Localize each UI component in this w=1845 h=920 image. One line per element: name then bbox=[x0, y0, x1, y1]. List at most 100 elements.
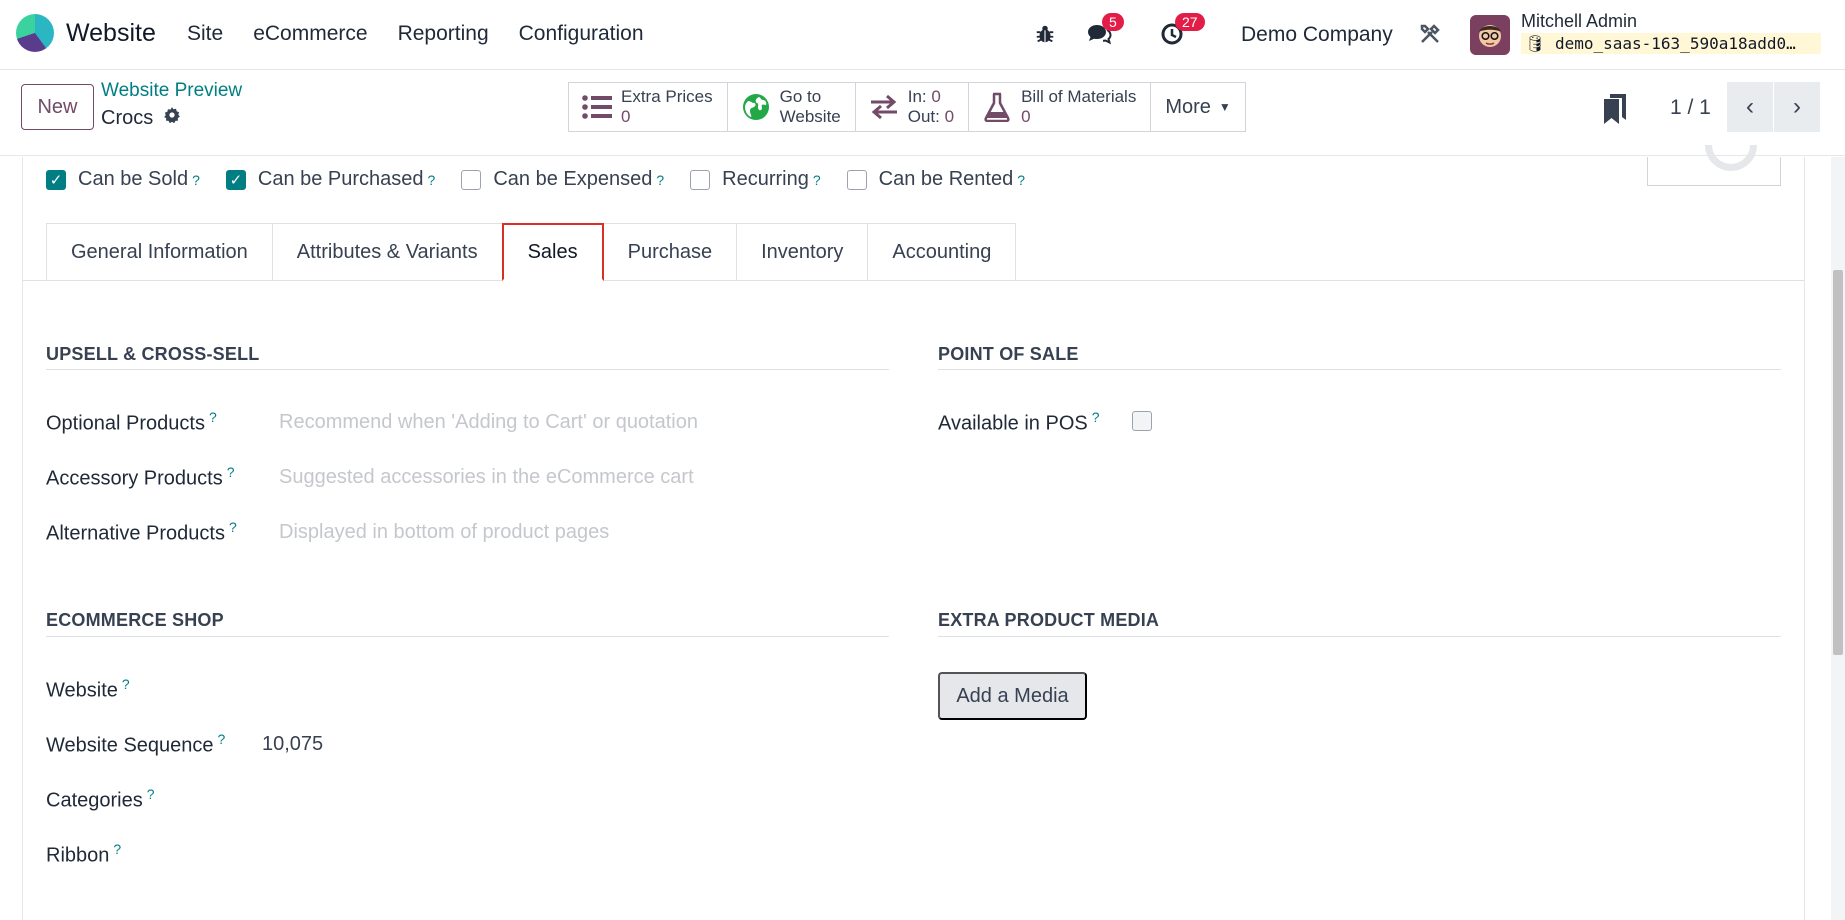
go-to-label: Go to bbox=[779, 87, 822, 106]
accessory-products-input[interactable]: Suggested accessories in the eCommerce c… bbox=[279, 466, 694, 489]
top-navbar: Website Site eCommerce Reporting Configu… bbox=[0, 0, 1845, 70]
help-icon[interactable]: ? bbox=[113, 841, 121, 857]
alternative-products-input[interactable]: Displayed in bottom of product pages bbox=[279, 521, 609, 544]
help-icon[interactable]: ? bbox=[218, 731, 226, 747]
checkbox-box[interactable] bbox=[461, 169, 482, 190]
can-be-sold-label: Can be Sold bbox=[78, 168, 189, 190]
form-tabs: General Information Attributes & Variant… bbox=[46, 223, 1017, 281]
can-be-expensed-checkbox[interactable]: Can be Expensed? bbox=[461, 168, 664, 191]
activities-clock-icon[interactable]: 27 bbox=[1157, 13, 1205, 49]
pos-section-title: POINT OF SALE bbox=[938, 344, 1079, 364]
breadcrumb-parent[interactable]: Website Preview bbox=[101, 80, 242, 102]
record-name: Crocs bbox=[101, 106, 154, 129]
pager-previous-button[interactable]: ‹ bbox=[1727, 82, 1773, 132]
website-sequence-label: Website Sequence? bbox=[46, 731, 226, 757]
help-icon[interactable]: ? bbox=[229, 519, 237, 535]
tab-accounting[interactable]: Accounting bbox=[867, 223, 1017, 281]
database-name: 🛢 demo_saas-163_590a18add0… bbox=[1521, 33, 1821, 54]
debug-bug-icon[interactable] bbox=[1030, 19, 1060, 49]
chevron-right-icon: › bbox=[1793, 93, 1801, 120]
checkmark-icon[interactable]: ✓ bbox=[46, 169, 66, 190]
list-icon bbox=[581, 91, 613, 123]
in-value: 0 bbox=[931, 87, 941, 106]
more-dropdown-button[interactable]: More ▼ bbox=[1150, 82, 1246, 132]
tab-attributes-variants[interactable]: Attributes & Variants bbox=[271, 223, 503, 281]
pager-counter[interactable]: 1 / 1 bbox=[1670, 96, 1711, 120]
available-in-pos-label: Available in POS? bbox=[938, 409, 1100, 435]
globe-icon bbox=[740, 91, 772, 123]
help-icon[interactable]: ? bbox=[227, 464, 235, 480]
help-icon[interactable]: ? bbox=[122, 676, 130, 692]
main-menu: Site eCommerce Reporting Configuration bbox=[187, 22, 644, 46]
product-flags: ✓ Can be Sold? ✓ Can be Purchased? Can b… bbox=[46, 168, 1051, 191]
database-icon: 🛢 bbox=[1525, 34, 1546, 53]
pos-section-rule bbox=[938, 369, 1781, 370]
more-label: More bbox=[1165, 95, 1211, 118]
help-icon[interactable]: ? bbox=[1092, 409, 1100, 425]
checkbox-box[interactable] bbox=[846, 169, 867, 190]
control-panel: New Website Preview Crocs Extra Prices 0… bbox=[0, 70, 1845, 156]
checkmark-icon[interactable]: ✓ bbox=[225, 169, 246, 190]
available-in-pos-checkbox[interactable] bbox=[1132, 411, 1152, 431]
can-be-rented-checkbox[interactable]: Can be Rented? bbox=[846, 168, 1025, 191]
extra-prices-label: Extra Prices bbox=[621, 87, 713, 106]
new-button[interactable]: New bbox=[21, 84, 94, 130]
menu-configuration[interactable]: Configuration bbox=[519, 22, 644, 46]
user-name[interactable]: Mitchell Admin bbox=[1521, 11, 1637, 32]
optional-products-input[interactable]: Recommend when 'Adding to Cart' or quota… bbox=[279, 411, 698, 434]
tab-sales[interactable]: Sales bbox=[501, 223, 604, 281]
help-icon[interactable]: ? bbox=[813, 172, 821, 188]
categories-label: Categories? bbox=[46, 786, 155, 812]
can-be-rented-label: Can be Rented bbox=[878, 168, 1014, 190]
help-icon[interactable]: ? bbox=[147, 786, 155, 802]
website-label: Website bbox=[779, 107, 841, 126]
media-section-title: EXTRA PRODUCT MEDIA bbox=[938, 610, 1160, 630]
optional-products-label: Optional Products? bbox=[46, 409, 217, 435]
extra-prices-button[interactable]: Extra Prices 0 bbox=[568, 82, 728, 132]
menu-site[interactable]: Site bbox=[187, 22, 223, 46]
add-media-button[interactable]: Add a Media bbox=[938, 672, 1087, 720]
help-icon[interactable]: ? bbox=[656, 172, 664, 188]
tab-general-information[interactable]: General Information bbox=[46, 223, 273, 281]
pager-next-button[interactable]: › bbox=[1774, 82, 1820, 132]
transfer-arrows-icon bbox=[868, 91, 900, 123]
alternative-products-label: Alternative Products? bbox=[46, 519, 237, 545]
messages-badge: 5 bbox=[1102, 13, 1124, 31]
gear-icon[interactable] bbox=[163, 106, 181, 130]
scrollbar-thumb[interactable] bbox=[1833, 270, 1843, 655]
help-icon[interactable]: ? bbox=[209, 409, 217, 425]
tools-icon[interactable] bbox=[1415, 19, 1445, 49]
extra-prices-value: 0 bbox=[621, 107, 631, 126]
media-section-rule bbox=[938, 636, 1781, 637]
tab-inventory[interactable]: Inventory bbox=[736, 223, 869, 281]
caret-down-icon: ▼ bbox=[1218, 100, 1231, 114]
smart-buttons: Extra Prices 0 Go to Website In: 0 Out: … bbox=[568, 82, 1246, 132]
in-label: In: bbox=[907, 87, 927, 106]
tab-purchase[interactable]: Purchase bbox=[602, 223, 738, 281]
breadcrumb-current: Crocs bbox=[101, 106, 181, 130]
messages-icon[interactable]: 5 bbox=[1084, 13, 1124, 49]
help-icon[interactable]: ? bbox=[428, 172, 436, 188]
app-name: Website bbox=[66, 18, 156, 47]
app-brand[interactable]: Website bbox=[16, 14, 156, 52]
upsell-section-title: UPSELL & CROSS-SELL bbox=[46, 344, 260, 364]
bill-of-materials-button[interactable]: Bill of Materials 0 bbox=[968, 82, 1152, 132]
accessory-products-label: Accessory Products? bbox=[46, 464, 235, 490]
help-icon[interactable]: ? bbox=[192, 172, 200, 188]
can-be-sold-checkbox[interactable]: ✓ Can be Sold? bbox=[46, 168, 200, 191]
menu-reporting[interactable]: Reporting bbox=[398, 22, 489, 46]
company-switcher[interactable]: Demo Company bbox=[1241, 23, 1393, 47]
go-to-website-button[interactable]: Go to Website bbox=[726, 82, 856, 132]
can-be-purchased-checkbox[interactable]: ✓ Can be Purchased? bbox=[225, 168, 436, 191]
app-logo-icon bbox=[16, 14, 54, 52]
in-out-button[interactable]: In: 0 Out: 0 bbox=[854, 82, 970, 132]
help-icon[interactable]: ? bbox=[1017, 172, 1025, 188]
user-avatar[interactable] bbox=[1470, 15, 1510, 55]
activities-badge: 27 bbox=[1175, 13, 1205, 31]
recurring-checkbox[interactable]: Recurring? bbox=[690, 168, 821, 191]
menu-ecommerce[interactable]: eCommerce bbox=[253, 22, 367, 46]
website-sequence-input[interactable]: 10,075 bbox=[262, 733, 323, 756]
recurring-label: Recurring bbox=[722, 168, 809, 190]
bookmark-icon[interactable] bbox=[1604, 94, 1626, 124]
checkbox-box[interactable] bbox=[690, 169, 711, 190]
